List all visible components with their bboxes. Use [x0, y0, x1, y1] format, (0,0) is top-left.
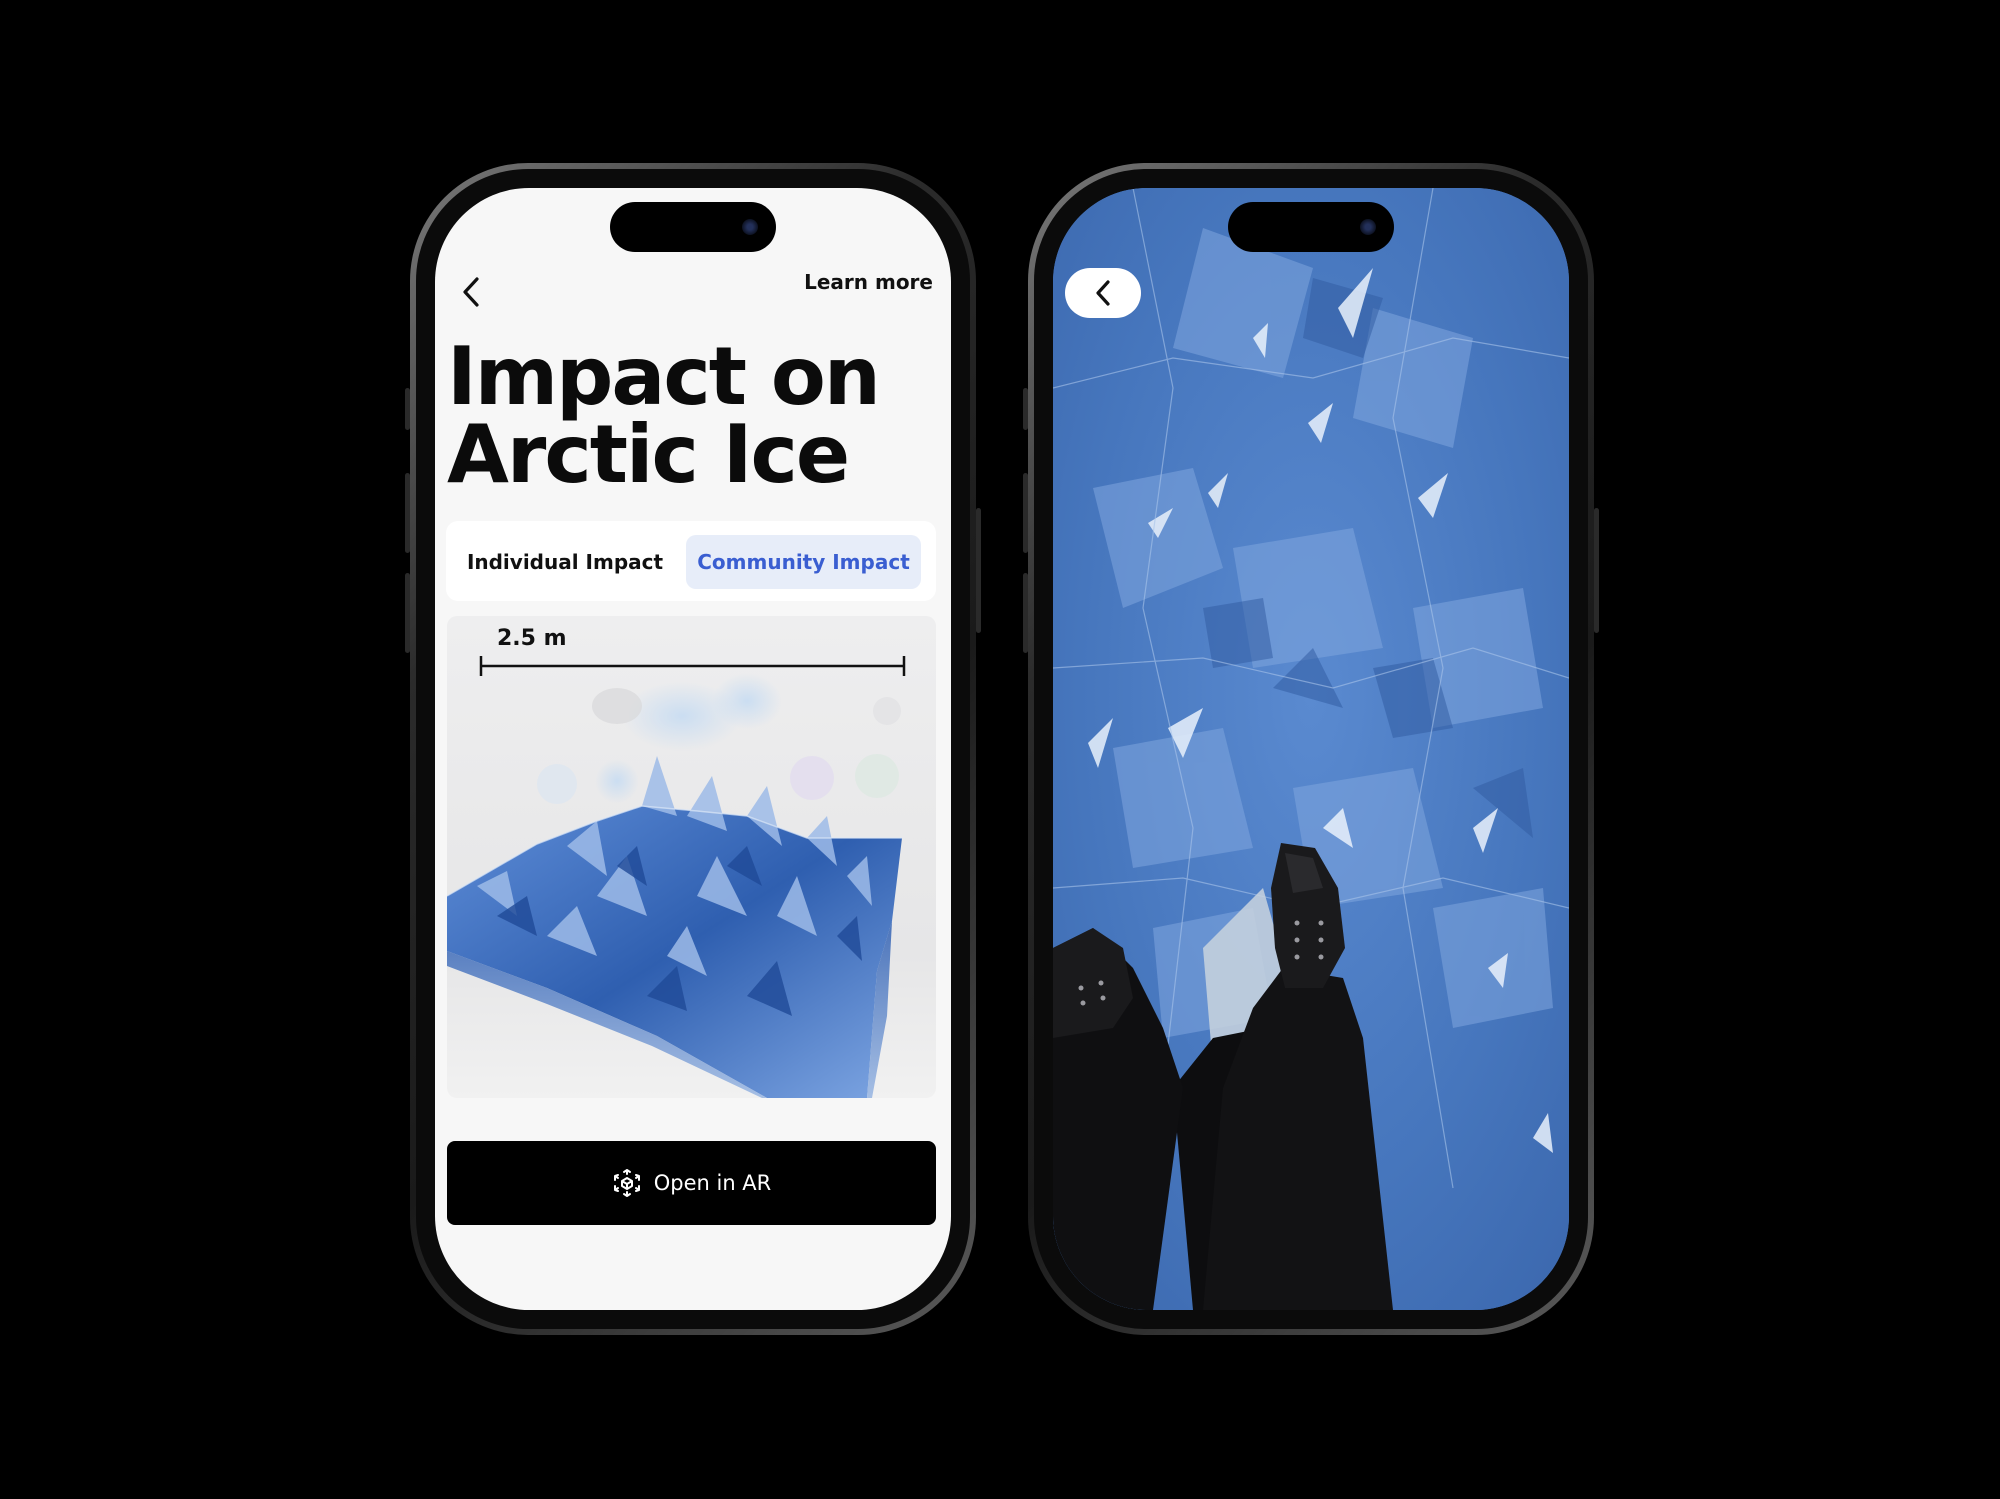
arctic-ice-model: [447, 756, 902, 1098]
ice-model-viewer[interactable]: 2.5 m: [447, 616, 936, 1098]
dynamic-island: [610, 202, 776, 252]
back-button[interactable]: [453, 272, 489, 312]
page-title-line-1: Impact on: [447, 330, 881, 423]
chevron-left-icon: [463, 277, 479, 307]
ar-cube-icon: [613, 1169, 640, 1197]
impact-segmented-control: Individual Impact Community Impact: [446, 521, 936, 601]
page-title: Impact on Arctic Ice: [447, 330, 937, 501]
phone-right: [1023, 163, 1599, 1335]
tab-individual-impact[interactable]: Individual Impact: [460, 535, 670, 589]
open-in-ar-button[interactable]: Open in AR: [447, 1141, 936, 1225]
ar-back-button[interactable]: [1065, 268, 1141, 318]
impact-screen: Learn more Impact on Arctic Ice Individu…: [435, 188, 951, 1310]
ar-camera-screen[interactable]: [1053, 188, 1569, 1310]
tab-community-impact[interactable]: Community Impact: [686, 535, 921, 589]
open-in-ar-label: Open in AR: [653, 1171, 772, 1195]
page-title-line-2: Arctic Ice: [447, 408, 850, 501]
ar-ice-surface: [1053, 188, 1569, 1310]
scale-bar: [447, 656, 906, 1098]
phone-left: Learn more Impact on Arctic Ice Individu…: [405, 163, 981, 1335]
learn-more-link[interactable]: Learn more: [804, 270, 933, 294]
dynamic-island: [1228, 202, 1394, 252]
chevron-left-icon: [1096, 280, 1110, 306]
